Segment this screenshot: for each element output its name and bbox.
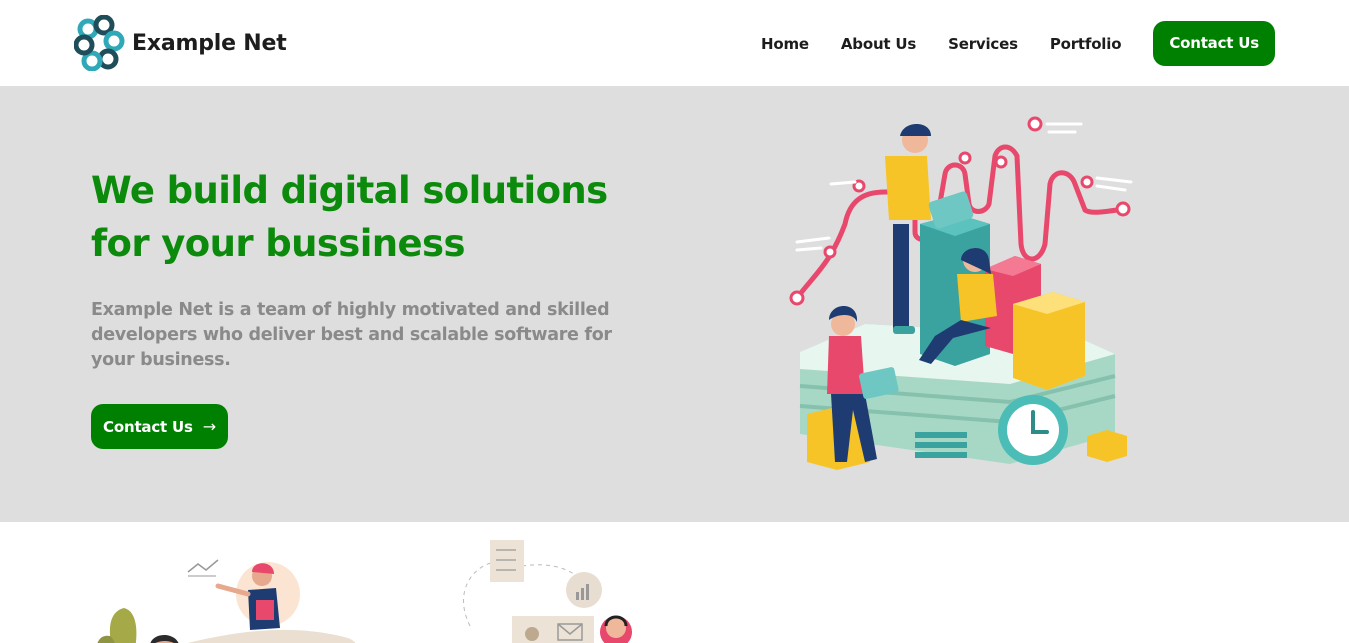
hero-button-label: Contact Us: [103, 417, 193, 436]
nav-contact-us-button[interactable]: Contact Us: [1153, 21, 1275, 66]
hero-contact-us-button[interactable]: Contact Us →: [91, 404, 228, 449]
services-preview-section: [0, 522, 1349, 643]
nav-about-us[interactable]: About Us: [841, 35, 916, 53]
hero-section: We build digital solutions for your buss…: [0, 86, 1349, 522]
workflow-checklist-illustration: [463, 540, 632, 643]
nav-services[interactable]: Services: [948, 35, 1018, 53]
brand-name: Example Net: [132, 30, 287, 56]
site-header: Example Net Home About Us Services Portf…: [0, 0, 1349, 86]
brand-logo-link[interactable]: Example Net: [74, 15, 287, 71]
brand-logo-icon: [74, 15, 125, 71]
hero-description: Example Net is a team of highly motivate…: [91, 300, 612, 370]
support-agent-illustration: [97, 559, 356, 643]
nav-portfolio[interactable]: Portfolio: [1050, 35, 1122, 53]
hero-title-line-1: We build digital solutions: [91, 169, 608, 212]
team-building-blocks-illustration: [789, 116, 1133, 470]
nav-home[interactable]: Home: [761, 35, 809, 53]
main-nav: Home About Us Services Portfolio Contact…: [761, 21, 1275, 66]
arrow-right-icon: →: [202, 417, 216, 436]
hero-title-line-2: for your bussiness: [91, 222, 465, 265]
hero-title: We build digital solutions for your buss…: [91, 164, 651, 270]
